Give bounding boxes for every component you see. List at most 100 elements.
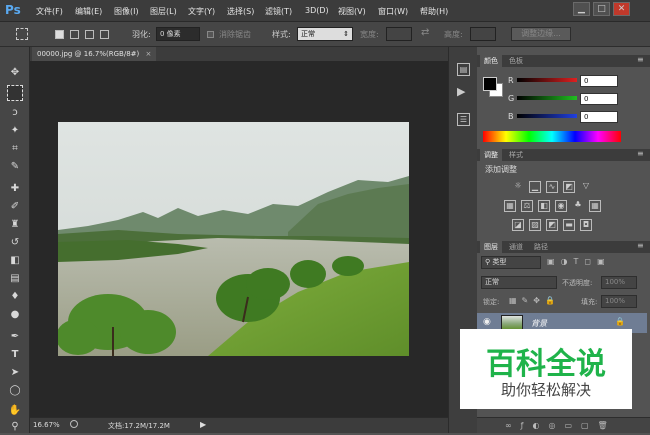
tab-styles[interactable]: 样式 — [505, 149, 527, 161]
marquee-tool-icon[interactable] — [16, 28, 28, 40]
path-selection-tool-icon[interactable]: ➤ — [7, 365, 23, 381]
fill-input[interactable]: 100% — [601, 295, 637, 308]
black-white-icon[interactable]: ◧ — [538, 200, 550, 212]
menu-edit[interactable]: 编辑(E) — [75, 6, 102, 17]
layer-filter-select[interactable]: ⚲ 类型 — [481, 256, 541, 269]
ellipse-tool-icon[interactable]: ◯ — [7, 383, 23, 399]
posterize-icon[interactable]: ▨ — [529, 219, 541, 231]
eyedropper-tool-icon[interactable]: ✎ — [7, 159, 23, 175]
gradient-map-icon[interactable]: ▬ — [563, 219, 575, 231]
levels-icon[interactable]: ▁ — [529, 181, 541, 193]
menu-window[interactable]: 窗口(W) — [378, 6, 408, 17]
menu-image[interactable]: 图像(I) — [114, 6, 139, 17]
minimize-icon[interactable]: ▁ — [573, 2, 590, 16]
hand-tool-icon[interactable]: ✋ — [7, 403, 23, 419]
layer-filter-icons[interactable]: ▣◑T◻▣ — [547, 257, 627, 268]
properties-panel-icon[interactable]: ☰ — [457, 113, 470, 126]
invert-icon[interactable]: ◪ — [512, 219, 524, 231]
channel-b-value[interactable]: 0 — [580, 111, 618, 123]
opacity-input[interactable]: 100% — [601, 276, 637, 289]
tab-close-icon[interactable]: × — [145, 50, 151, 58]
exposure-icon[interactable]: ◩ — [563, 181, 575, 193]
healing-brush-tool-icon[interactable]: ✚ — [7, 181, 23, 197]
height-input[interactable] — [470, 27, 496, 41]
channel-g-value[interactable]: 0 — [580, 93, 618, 105]
layer-name[interactable]: 背景 — [531, 318, 547, 329]
menu-filter[interactable]: 滤镜(T) — [265, 6, 292, 17]
close-icon[interactable]: ✕ — [613, 2, 630, 16]
subtract-selection-icon[interactable] — [85, 30, 94, 39]
refine-edge-button[interactable]: 调整边缘... — [511, 27, 571, 41]
style-select-value: 正常 — [301, 30, 315, 38]
lasso-tool-icon[interactable]: ↄ — [7, 105, 23, 121]
gradient-tool-icon[interactable]: ▤ — [7, 271, 23, 287]
foreground-color-swatch[interactable] — [483, 77, 497, 91]
intersect-selection-icon[interactable] — [100, 30, 109, 39]
menu-layer[interactable]: 图层(L) — [150, 6, 177, 17]
lock-icons[interactable]: ▦✎✥🔒 — [509, 296, 560, 305]
blend-mode-select[interactable]: 正常 — [481, 276, 557, 289]
document-tab[interactable]: 00000.jpg @ 16.7%(RGB/8#) × — [32, 47, 157, 61]
menu-select[interactable]: 选择(S) — [227, 6, 254, 17]
tab-color[interactable]: 颜色 — [480, 55, 502, 67]
brightness-contrast-icon[interactable]: ☼ — [512, 181, 524, 193]
width-input[interactable] — [386, 27, 412, 41]
brush-tool-icon[interactable]: ✐ — [7, 199, 23, 215]
clone-stamp-tool-icon[interactable]: ♜ — [7, 217, 23, 233]
eye-icon[interactable]: ◉ — [483, 317, 491, 327]
crop-tool-icon[interactable]: ⌗ — [7, 141, 23, 157]
swap-icon[interactable]: ⇄ — [421, 27, 429, 38]
channel-r-slider[interactable] — [517, 78, 577, 82]
panel-menu-icon[interactable]: ≡ — [637, 241, 644, 250]
channel-g-slider[interactable] — [517, 96, 577, 100]
channel-mixer-icon[interactable]: ♣ — [572, 200, 584, 212]
channel-b-slider[interactable] — [517, 114, 577, 118]
curves-icon[interactable]: ∿ — [546, 181, 558, 193]
tab-adjustments[interactable]: 调整 — [480, 149, 502, 161]
menu-help[interactable]: 帮助(H) — [420, 6, 448, 17]
maximize-icon[interactable]: □ — [593, 2, 610, 16]
dodge-tool-icon[interactable]: ● — [7, 307, 23, 323]
panel-menu-icon[interactable]: ≡ — [637, 55, 644, 64]
feather-input[interactable]: 0 像素 — [156, 27, 200, 41]
tab-channels[interactable]: 通道 — [505, 241, 527, 253]
move-tool-icon[interactable]: ✥ — [7, 65, 23, 81]
status-info-icon[interactable] — [70, 420, 78, 428]
watermark-title: 百科全说 — [486, 347, 606, 382]
blur-tool-icon[interactable]: ♦ — [7, 289, 23, 305]
hue-saturation-icon[interactable]: ▦ — [504, 200, 516, 212]
antialias-checkbox[interactable] — [207, 31, 214, 38]
history-panel-icon[interactable]: ▤ — [457, 63, 470, 76]
status-menu-icon[interactable]: ▶ — [200, 420, 206, 429]
magic-wand-tool-icon[interactable]: ✦ — [7, 123, 23, 139]
color-balance-icon[interactable]: ⚖ — [521, 200, 533, 212]
tab-paths[interactable]: 路径 — [530, 241, 552, 253]
actions-panel-icon[interactable]: ▶ — [457, 85, 465, 98]
threshold-icon[interactable]: ◩ — [546, 219, 558, 231]
selective-color-icon[interactable]: ◘ — [580, 219, 592, 231]
color-lookup-icon[interactable]: ▦ — [589, 200, 601, 212]
style-select[interactable]: 正常 ⇕ — [297, 27, 353, 41]
tab-layers[interactable]: 图层 — [480, 241, 502, 253]
layers-footer-icons[interactable]: ∞ƒ◐◎▭▢🗑 — [477, 417, 650, 433]
lock-icon: 🔒 — [615, 317, 625, 326]
add-selection-icon[interactable] — [70, 30, 79, 39]
new-selection-icon[interactable] — [55, 30, 64, 39]
eraser-tool-icon[interactable]: ◧ — [7, 253, 23, 269]
vibrance-icon[interactable]: ▽ — [580, 181, 592, 193]
pen-tool-icon[interactable]: ✒ — [7, 329, 23, 345]
zoom-level[interactable]: 16.67% — [33, 421, 60, 429]
channel-r-value[interactable]: 0 — [580, 75, 618, 87]
menu-view[interactable]: 视图(V) — [338, 6, 366, 17]
color-spectrum-bar[interactable] — [483, 131, 621, 142]
menu-file[interactable]: 文件(F) — [36, 6, 63, 17]
panel-menu-icon[interactable]: ≡ — [637, 149, 644, 158]
rectangular-marquee-tool-icon[interactable] — [7, 85, 23, 101]
menu-type[interactable]: 文字(Y) — [188, 6, 215, 17]
menu-3d[interactable]: 3D(D) — [305, 6, 329, 15]
type-tool-icon[interactable]: T — [7, 347, 23, 363]
channel-b-label: B — [508, 112, 514, 121]
tab-swatches[interactable]: 色板 — [505, 55, 527, 67]
photo-filter-icon[interactable]: ◉ — [555, 200, 567, 212]
history-brush-tool-icon[interactable]: ↺ — [7, 235, 23, 251]
